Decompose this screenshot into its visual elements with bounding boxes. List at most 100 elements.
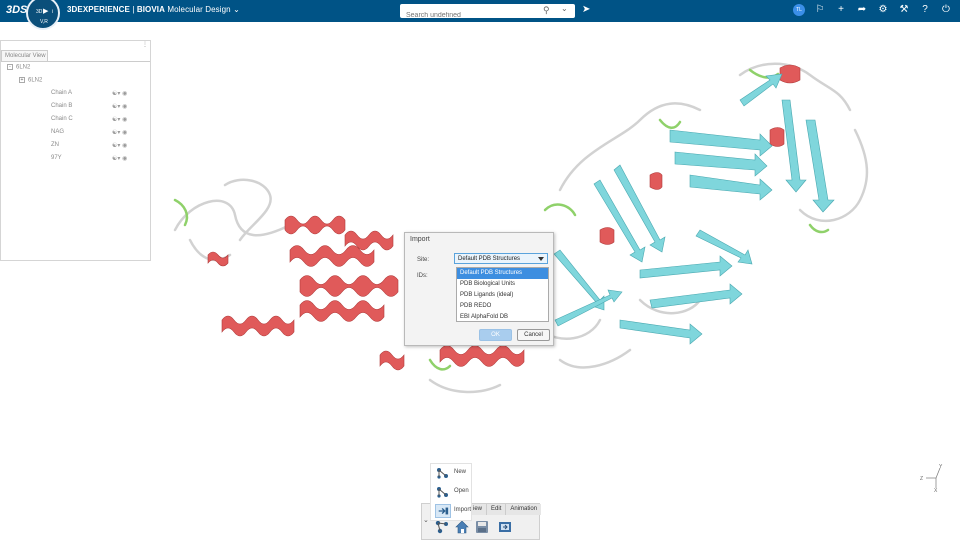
molecular-view-panel: Molecular View ⋮ -6LN2 +6LN2 Chain A ☯▾ ◉ Ch… xyxy=(0,40,151,261)
menu-label-new: New xyxy=(454,469,467,475)
representation-icon[interactable]: ☯▾ xyxy=(112,117,120,123)
visibility-icon[interactable]: ◉ xyxy=(122,130,127,136)
tag-icon[interactable]: ➤ xyxy=(582,4,590,15)
visibility-icon[interactable]: ◉ xyxy=(122,91,127,97)
axis-triad: Y Z X xyxy=(920,464,943,494)
row-actions: ☯▾ ◉ xyxy=(112,155,127,162)
molecule-tool-icon[interactable] xyxy=(434,519,450,535)
tree-item[interactable]: 97Y xyxy=(51,155,62,165)
3ds-logo[interactable]: 3DS xyxy=(6,4,27,16)
site-select[interactable]: Default PDB Structures xyxy=(454,253,548,264)
row-actions: ☯▾ ◉ xyxy=(112,142,127,149)
tree-item[interactable]: Chain B xyxy=(51,103,72,113)
tree-item-label: Chain C xyxy=(51,116,73,122)
tab-edit[interactable]: Edit xyxy=(486,504,506,515)
site-option[interactable]: PDB Biological Units xyxy=(457,279,548,290)
site-option[interactable]: EBI AlphaFold DB xyxy=(457,312,548,323)
app-title[interactable]: 3DEXPERIENCE | BIOVIA Molecular Design ⌄ xyxy=(67,5,240,14)
compass-3d-label: 3D xyxy=(36,9,43,15)
tree-item-label: 6LN2 xyxy=(16,64,31,71)
tree-item[interactable]: -6LN2 xyxy=(7,64,30,74)
tree-item[interactable]: +6LN2 xyxy=(19,77,42,87)
dropdown-arrow-icon[interactable] xyxy=(538,257,544,261)
search-dropdown-icon[interactable]: ⌄ xyxy=(561,4,568,13)
import-dialog: Import Site: IDs: Default PDB Structures… xyxy=(404,232,554,346)
site-options-list: Default PDB Structures PDB Biological Un… xyxy=(456,267,549,322)
menu-item-open[interactable]: Open xyxy=(433,484,473,500)
brand-name: 3DEXPERIENCE xyxy=(67,5,130,14)
help-icon[interactable]: ? xyxy=(919,4,931,16)
new-molecule-icon xyxy=(437,468,448,479)
search-input[interactable] xyxy=(400,8,540,23)
import-icon xyxy=(435,504,451,518)
cancel-button[interactable]: Cancel xyxy=(517,329,550,341)
row-actions: ☯▾ ◉ xyxy=(112,116,127,123)
ok-button[interactable]: OK xyxy=(479,329,512,341)
representation-icon[interactable]: ☯▾ xyxy=(112,104,120,110)
product-name: BIOVIA xyxy=(136,5,165,14)
row-actions: ☯▾ ◉ xyxy=(112,90,127,97)
tree-item-label: NAG xyxy=(51,129,65,135)
tab-divider xyxy=(1,61,150,62)
new-open-import-menu: New Open Import xyxy=(430,463,472,521)
row-actions: ☯▾ ◉ xyxy=(112,129,127,136)
representation-icon[interactable]: ☯▾ xyxy=(112,130,120,136)
collapse-icon[interactable]: - xyxy=(7,64,13,70)
save-icon[interactable] xyxy=(474,519,490,535)
representation-icon[interactable]: ☯▾ xyxy=(112,143,120,149)
site-option[interactable]: Default PDB Structures xyxy=(457,268,548,279)
notification-icon[interactable]: ⚐ xyxy=(814,4,826,16)
compass-i-label: i xyxy=(52,9,54,15)
expand-icon[interactable]: + xyxy=(19,77,25,83)
add-icon[interactable]: + xyxy=(835,4,847,16)
power-icon[interactable]: ⏻ xyxy=(940,4,952,16)
top-actions: TL ⚐ + ➦ ⚙ ⚒ ? ⏻ xyxy=(793,4,952,16)
row-actions: ☯▾ ◉ xyxy=(112,103,127,110)
network-icon[interactable]: ⚙ xyxy=(877,4,889,16)
site-select-value: Default PDB Structures xyxy=(458,256,521,262)
tree-item-label: ZN xyxy=(51,142,59,148)
axis-x-label: X xyxy=(934,488,938,494)
ids-label: IDs: xyxy=(417,273,428,279)
visibility-icon[interactable]: ◉ xyxy=(122,156,127,162)
dialog-title: Import xyxy=(410,236,430,243)
representation-icon[interactable]: ☯▾ xyxy=(112,91,120,97)
visibility-icon[interactable]: ◉ xyxy=(122,117,127,123)
top-bar: 3DS 3DEXPERIENCE | BIOVIA Molecular Desi… xyxy=(0,0,960,23)
app-name: Molecular Design xyxy=(167,5,231,14)
site-label: Site: xyxy=(417,257,430,263)
compass-vr-label: V,R xyxy=(40,19,48,25)
visibility-icon[interactable]: ◉ xyxy=(122,143,127,149)
search-icon[interactable]: ⚲ xyxy=(543,5,550,16)
open-molecule-icon xyxy=(437,487,448,498)
tab-animation[interactable]: Animation xyxy=(505,504,542,515)
tree-item[interactable]: ZN xyxy=(51,142,59,152)
tab-molecular-view[interactable]: Molecular View xyxy=(1,50,48,61)
brand-separator: | xyxy=(130,5,137,14)
tree-item[interactable]: NAG xyxy=(51,129,64,139)
share-icon[interactable]: ➦ xyxy=(856,4,868,16)
tree-item-label: Chain B xyxy=(51,103,73,109)
user-avatar[interactable]: TL xyxy=(793,4,805,16)
molecular-design-app: 3DS 3DEXPERIENCE | BIOVIA Molecular Desi… xyxy=(0,0,960,540)
visibility-icon[interactable]: ◉ xyxy=(122,104,127,110)
menu-item-import[interactable]: Import xyxy=(433,503,473,519)
play-icon[interactable]: ▶ xyxy=(43,7,48,15)
menu-item-new[interactable]: New xyxy=(433,465,473,481)
site-option[interactable]: PDB REDO xyxy=(457,301,548,312)
representation-icon[interactable]: ☯▾ xyxy=(112,156,120,162)
axis-y-label: Y xyxy=(939,464,943,470)
panel-grip-icon[interactable]: ⋮ xyxy=(142,41,148,48)
export-icon[interactable] xyxy=(497,519,513,535)
tree-item-label: 97Y xyxy=(51,155,62,161)
home-icon[interactable] xyxy=(454,519,470,535)
chevron-down-icon[interactable]: ⌄ xyxy=(233,5,240,14)
tree-item-label: 6LN2 xyxy=(28,77,43,84)
axis-z-label: Z xyxy=(920,476,923,482)
tree-item[interactable]: Chain C xyxy=(51,116,73,126)
collapse-icon[interactable]: ⌄ xyxy=(423,516,429,524)
tools-icon[interactable]: ⚒ xyxy=(898,4,910,16)
search-box: ⚲ ⌄ xyxy=(400,4,575,23)
tree-item[interactable]: Chain A xyxy=(51,90,72,100)
site-option[interactable]: PDB Ligands (ideal) xyxy=(457,290,548,301)
